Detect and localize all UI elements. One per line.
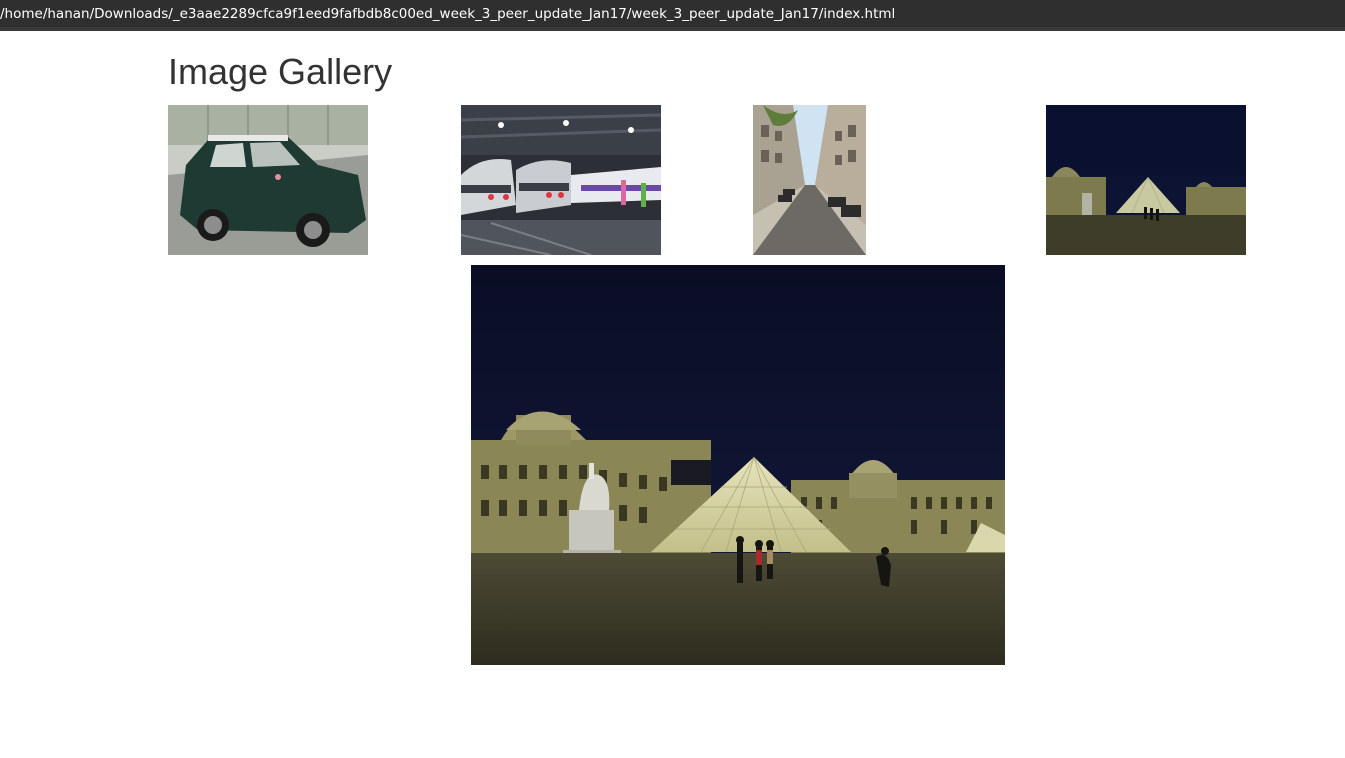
selected-image <box>471 265 1005 665</box>
window-titlebar: /home/hanan/Downloads/_e3aae2289cfca9f1e… <box>0 0 1345 31</box>
louvre-thumb-photo <box>1046 105 1246 255</box>
thumbnail-tgv-trains[interactable] <box>461 105 661 255</box>
thumbnail-louvre-pyramid[interactable] <box>1046 105 1246 255</box>
mini-car-photo <box>168 105 368 255</box>
thumbnail-mini-car[interactable] <box>168 105 368 255</box>
thumbnail-paris-street[interactable] <box>753 105 866 255</box>
louvre-pyramid-photo <box>471 265 1005 665</box>
tgv-trains-photo <box>461 105 661 255</box>
paris-street-photo <box>753 105 866 255</box>
page-title: Image Gallery <box>168 51 393 92</box>
window-title-path: /home/hanan/Downloads/_e3aae2289cfca9f1e… <box>0 6 896 22</box>
